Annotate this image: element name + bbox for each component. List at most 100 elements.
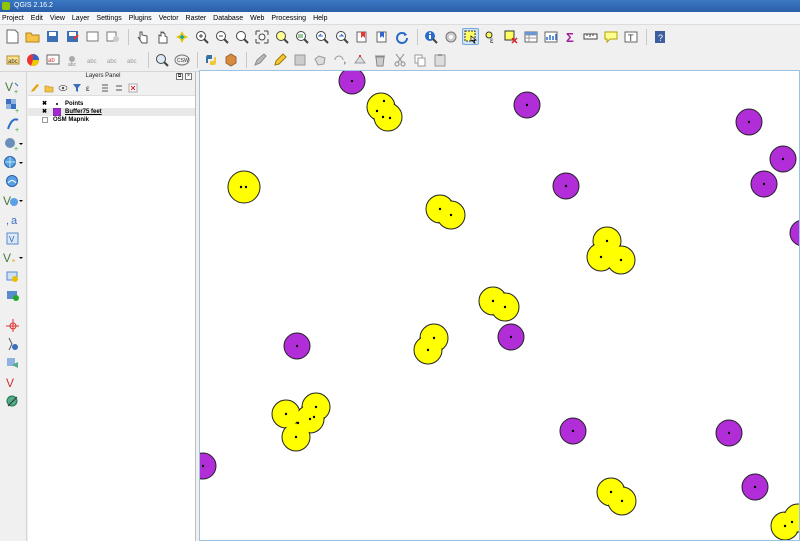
save-project-icon[interactable] [44, 28, 61, 45]
layer-labeling-icon[interactable]: abc [4, 51, 21, 68]
add-oracle-layer-icon[interactable] [3, 268, 23, 285]
delete-selected-icon[interactable] [371, 51, 388, 68]
copy-features-icon[interactable] [411, 51, 428, 68]
zoom-in-icon[interactable] [193, 28, 210, 45]
current-edits-icon[interactable] [251, 51, 268, 68]
add-mssql-layer-icon[interactable] [3, 287, 23, 304]
deselect-icon[interactable] [502, 28, 519, 45]
add-wms-layer-icon[interactable] [3, 154, 23, 171]
menu-web[interactable]: Web [250, 15, 264, 22]
help-icon[interactable]: ? [651, 28, 668, 45]
menu-help[interactable]: Help [313, 15, 327, 22]
show-bookmarks-icon[interactable] [373, 28, 390, 45]
gps-tracking-icon[interactable] [3, 393, 23, 410]
toggle-editing-pencil-icon[interactable] [271, 51, 288, 68]
menu-database[interactable]: Database [213, 15, 243, 22]
add-spatialite-layer-icon[interactable]: + [3, 116, 23, 133]
map-tips-icon[interactable] [602, 28, 619, 45]
pan-hand-icon[interactable] [153, 28, 170, 45]
raster-calculator-icon[interactable] [3, 355, 23, 372]
pin-labels-icon[interactable]: ab [44, 51, 61, 68]
add-wcs-layer-icon[interactable] [3, 173, 23, 190]
layer-diagram-icon[interactable] [24, 51, 41, 68]
menu-project[interactable]: Project [2, 15, 24, 22]
rotate-label-icon[interactable]: abc [104, 51, 121, 68]
measure-line-icon[interactable] [582, 28, 599, 45]
save-layer-edits-icon[interactable] [291, 51, 308, 68]
change-label-icon[interactable]: abc [124, 51, 141, 68]
zoom-to-layer-icon[interactable] [293, 28, 310, 45]
paste-features-icon[interactable] [431, 51, 448, 68]
menu-vector[interactable]: Vector [159, 15, 179, 22]
identify-magnifier-icon[interactable] [153, 51, 170, 68]
manage-visibility-icon[interactable] [58, 83, 68, 93]
georef-point-icon[interactable] [3, 317, 23, 334]
add-vector-layer-icon[interactable]: V + [3, 78, 23, 95]
add-delimited-text-icon[interactable]: ,a [3, 211, 23, 228]
filter-expression-icon[interactable]: ε [86, 83, 96, 93]
remove-layer-icon[interactable] [128, 83, 138, 93]
statistics-icon[interactable] [542, 28, 559, 45]
layer-buffer75-feet[interactable]: ✖ Buffer75 feet [28, 107, 195, 117]
show-hide-labels-icon[interactable]: abc [64, 51, 81, 68]
open-project-icon[interactable] [24, 28, 41, 45]
zoom-next-icon[interactable] [333, 28, 350, 45]
refresh-icon[interactable] [393, 28, 410, 45]
move-feature-icon[interactable] [331, 51, 348, 68]
new-project-icon[interactable] [4, 28, 21, 45]
identify-icon[interactable] [422, 28, 439, 45]
actions-icon[interactable] [442, 28, 459, 45]
filter-legend-icon[interactable] [72, 83, 82, 93]
add-feature-icon[interactable] [311, 51, 328, 68]
add-virtual-layer-icon[interactable]: V [3, 230, 23, 247]
new-bookmark-icon[interactable] [353, 28, 370, 45]
layer-points[interactable]: ✖ Points [28, 100, 195, 108]
menu-layer[interactable]: Layer [72, 15, 90, 22]
layer-visibility-checkbox[interactable] [42, 117, 48, 123]
menu-raster[interactable]: Raster [186, 15, 207, 22]
add-wfs-layer-icon[interactable]: V [3, 192, 23, 209]
layer-style-brush-icon[interactable] [30, 83, 40, 93]
add-raster-layer-icon[interactable]: + [3, 97, 23, 114]
cut-features-icon[interactable] [391, 51, 408, 68]
layers-panel: Layers Panel ⧉ × ε ✖ Points ✖ Buffer75 f… [28, 72, 196, 541]
node-tool-icon[interactable] [351, 51, 368, 68]
menu-plugins[interactable]: Plugins [129, 15, 152, 22]
zoom-full-icon[interactable] [253, 28, 270, 45]
expand-all-icon[interactable] [100, 83, 110, 93]
menu-view[interactable]: View [50, 15, 65, 22]
save-as-icon[interactable] [64, 28, 81, 45]
zoom-out-icon[interactable] [213, 28, 230, 45]
map-canvas[interactable] [199, 70, 800, 541]
pan-to-selection-icon[interactable] [173, 28, 190, 45]
layer-visibility-checkbox[interactable]: ✖ [42, 101, 48, 107]
open-attribute-table-icon[interactable] [522, 28, 539, 45]
layer-visibility-checkbox[interactable]: ✖ [42, 109, 48, 115]
select-by-expression-icon[interactable]: ε [482, 28, 499, 45]
new-shapefile-layer-icon[interactable]: V * [3, 249, 23, 266]
python-console-icon[interactable] [202, 51, 219, 68]
zoom-to-selection-icon[interactable] [273, 28, 290, 45]
zoom-native-icon[interactable] [233, 28, 250, 45]
new-print-composer-icon[interactable] [84, 28, 101, 45]
georeferencer-icon[interactable] [222, 51, 239, 68]
add-postgis-layer-icon[interactable]: + [3, 135, 23, 152]
menu-edit[interactable]: Edit [31, 15, 43, 22]
select-features-icon[interactable] [462, 28, 479, 45]
field-calculator-sigma-icon[interactable]: Σ [562, 28, 579, 45]
zoom-last-icon[interactable] [313, 28, 330, 45]
add-group-icon[interactable] [44, 83, 54, 93]
menu-processing[interactable]: Processing [271, 15, 306, 22]
collapse-all-icon[interactable] [114, 83, 124, 93]
touch-zoom-icon[interactable] [133, 28, 150, 45]
csw-icon[interactable]: CSW [173, 51, 190, 68]
close-panel-icon[interactable]: × [185, 73, 192, 80]
layer-osm-mapnik[interactable]: OSM Mapnik [28, 116, 195, 124]
text-annotation-icon[interactable]: T [622, 28, 639, 45]
add-gps-icon[interactable] [3, 336, 23, 353]
menu-settings[interactable]: Settings [96, 15, 121, 22]
vector-tools-icon[interactable]: V [3, 374, 23, 391]
composer-manager-icon[interactable] [104, 28, 121, 45]
float-panel-icon[interactable]: ⧉ [176, 73, 183, 80]
move-label-icon[interactable]: abc [84, 51, 101, 68]
